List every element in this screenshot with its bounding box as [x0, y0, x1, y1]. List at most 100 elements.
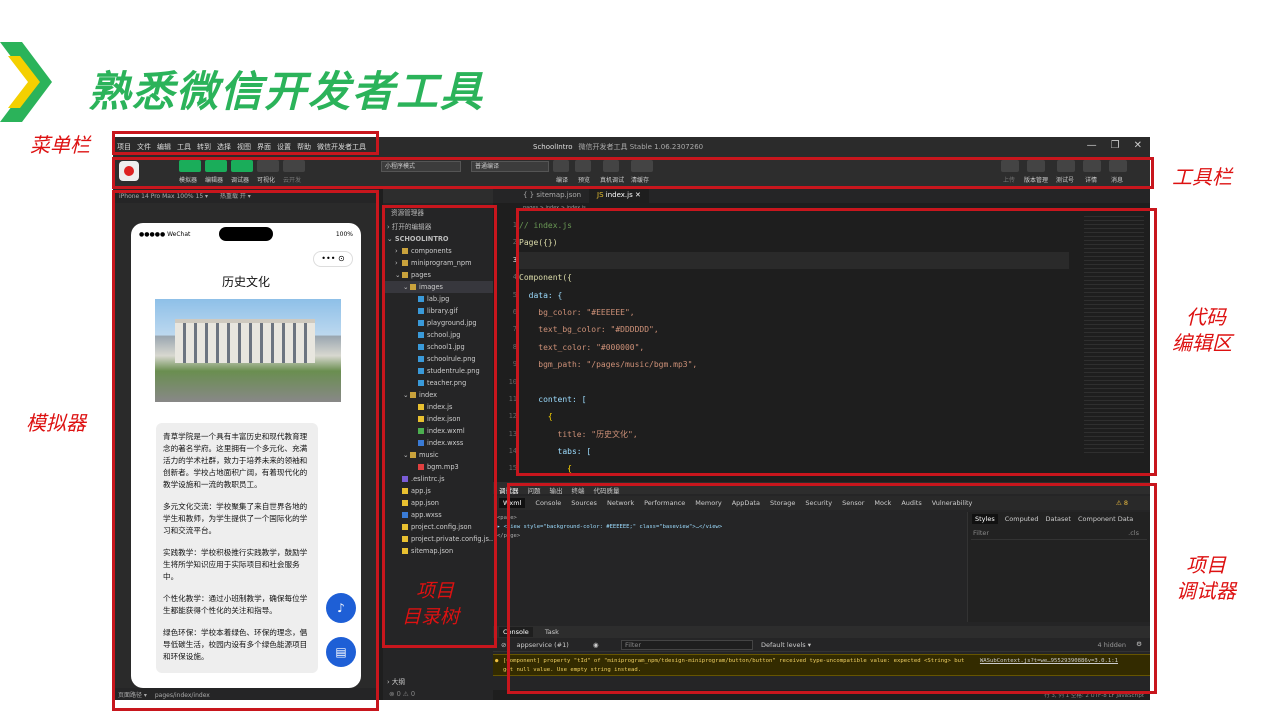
clear-console-icon[interactable]: ⊘	[501, 641, 506, 649]
context-select[interactable]: appservice (#1)	[517, 641, 569, 649]
devtools-panel-tab[interactable]: Network	[607, 499, 634, 507]
tree-item[interactable]: lab.jpg	[383, 293, 493, 305]
menu-panel-icon[interactable]: ▤	[326, 637, 356, 667]
tree-item[interactable]: › miniprogram_npm	[383, 257, 493, 269]
devtools-panel-tab[interactable]: Audits	[901, 499, 921, 507]
preview-button[interactable]	[575, 160, 591, 172]
devtools-panel-tab[interactable]: Sources	[571, 499, 597, 507]
debugger-tab[interactable]: 调试器	[499, 487, 519, 495]
menu-item[interactable]: 转到	[197, 142, 211, 152]
music-toggle-icon[interactable]: ♪	[326, 593, 356, 623]
details-button[interactable]	[1083, 160, 1101, 172]
tree-item[interactable]: app.wxss	[383, 509, 493, 521]
tree-item[interactable]: project.private.config.js...	[383, 533, 493, 545]
tree-item[interactable]: playground.jpg	[383, 317, 493, 329]
tree-item[interactable]: school1.jpg	[383, 341, 493, 353]
tree-item[interactable]: ⌄ pages	[383, 269, 493, 281]
menu-item[interactable]: 帮助	[297, 142, 311, 152]
capsule-menu-button[interactable]: ••• ⊙	[313, 251, 353, 267]
debugger-tab[interactable]: 问题	[528, 487, 541, 495]
menu-item[interactable]: 微信开发者工具	[317, 142, 366, 152]
tree-item[interactable]: school.jpg	[383, 329, 493, 341]
tab-task[interactable]: Task	[545, 628, 559, 636]
cloud-button[interactable]	[283, 160, 305, 172]
menu-item[interactable]: 编辑	[157, 142, 171, 152]
devtools-panel-tab[interactable]: Memory	[695, 499, 721, 507]
outline-section[interactable]: › 大纲	[387, 676, 405, 686]
menu-item[interactable]: 项目	[117, 142, 131, 152]
menu-item[interactable]: 视图	[237, 142, 251, 152]
project-root[interactable]: ⌄ SCHOOLINTRO	[383, 233, 493, 245]
debugger-tab[interactable]: 终端	[572, 487, 585, 495]
tree-item[interactable]: › components	[383, 245, 493, 257]
style-filter-input[interactable]: Filter .cls	[971, 529, 1147, 540]
devtools-panel-tab[interactable]: Vulnerability	[932, 499, 973, 507]
tree-item[interactable]: project.config.json	[383, 521, 493, 533]
log-levels-select[interactable]: Default levels ▾	[761, 641, 811, 649]
page-path-label[interactable]: 页面路径 ▾	[118, 692, 147, 699]
menu-item[interactable]: 文件	[137, 142, 151, 152]
hot-reload-select[interactable]: 热重载 开 ▾	[220, 193, 251, 200]
open-editors-section[interactable]: › 打开的编辑器	[383, 221, 493, 233]
tree-item[interactable]: app.json	[383, 497, 493, 509]
simulator-toggle-button[interactable]	[179, 160, 201, 172]
tree-item[interactable]: .eslintrc.js	[383, 473, 493, 485]
minimap[interactable]	[1084, 213, 1144, 453]
tree-item[interactable]: studentrule.png	[383, 365, 493, 377]
console-filter-input[interactable]: Filter	[621, 640, 753, 650]
restore-icon[interactable]: ❐	[1111, 140, 1120, 151]
compile-mode-select[interactable]: 普通编译	[471, 161, 549, 172]
menu-item[interactable]: 选择	[217, 142, 231, 152]
tree-item[interactable]: schoolrule.png	[383, 353, 493, 365]
debugger-tab[interactable]: 输出	[550, 487, 563, 495]
debugger-toggle-button[interactable]	[231, 160, 253, 172]
devtools-panel-tab[interactable]: AppData	[732, 499, 760, 507]
mode-select[interactable]: 小程序模式	[381, 161, 461, 172]
tree-item[interactable]: ⌄ index	[383, 389, 493, 401]
compile-button[interactable]	[553, 160, 569, 172]
warning-source-link[interactable]: WASubContext.js?t=we…95529390886v=3.0.1:…	[980, 657, 1118, 666]
visual-toggle-button[interactable]	[257, 160, 279, 172]
tree-item[interactable]: app.js	[383, 485, 493, 497]
menu-item[interactable]: 设置	[277, 142, 291, 152]
console-settings-icon[interactable]: ⚙	[1136, 640, 1142, 648]
devtools-panel-tab[interactable]: Security	[805, 499, 832, 507]
tree-item[interactable]: index.wxss	[383, 437, 493, 449]
devtools-panel-tab[interactable]: Storage	[770, 499, 795, 507]
tree-item[interactable]: index.json	[383, 413, 493, 425]
devtools-panel-tab[interactable]: Mock	[874, 499, 891, 507]
wxml-tree[interactable]: <page> ▸ <view style="background-color: …	[493, 512, 963, 622]
editor-toggle-button[interactable]	[205, 160, 227, 172]
tab-sitemap[interactable]: { } sitemap.json	[515, 187, 589, 203]
clear-cache-button[interactable]	[631, 160, 653, 172]
tree-item[interactable]: teacher.png	[383, 377, 493, 389]
upload-button[interactable]	[1001, 160, 1019, 172]
style-tab[interactable]: Computed	[1005, 515, 1039, 523]
user-avatar[interactable]	[119, 161, 139, 181]
devtools-panel-tab[interactable]: Console	[535, 499, 561, 507]
style-tab[interactable]: Dataset	[1046, 515, 1071, 523]
minimize-icon[interactable]: —	[1087, 140, 1097, 151]
devtools-panel-tab[interactable]: Sensor	[842, 499, 864, 507]
code-lines[interactable]: // index.js Page({}) Component({ data: { b…	[519, 217, 1079, 478]
menu-item[interactable]: 工具	[177, 142, 191, 152]
devtools-panel-tab[interactable]: Wxml	[499, 498, 526, 508]
device-select[interactable]: iPhone 14 Pro Max 100% 15 ▾	[119, 193, 208, 200]
tree-item[interactable]: index.wxml	[383, 425, 493, 437]
style-tab[interactable]: Styles	[972, 514, 998, 524]
menu-item[interactable]: 界面	[257, 142, 271, 152]
tab-console[interactable]: Console	[499, 627, 533, 637]
tree-item[interactable]: ⌄ music	[383, 449, 493, 461]
debugger-tab[interactable]: 代码质量	[594, 487, 620, 495]
test-account-button[interactable]	[1057, 160, 1075, 172]
eye-icon[interactable]: ◉	[593, 641, 599, 649]
close-icon[interactable]: ✕	[1134, 140, 1142, 151]
messages-button[interactable]	[1109, 160, 1127, 172]
tree-item[interactable]: sitemap.json	[383, 545, 493, 557]
tree-item[interactable]: library.gif	[383, 305, 493, 317]
style-tab[interactable]: Component Data	[1078, 515, 1133, 523]
version-button[interactable]	[1027, 160, 1045, 172]
tree-item[interactable]: bgm.mp3	[383, 461, 493, 473]
tree-item[interactable]: index.js	[383, 401, 493, 413]
tree-item[interactable]: ⌄ images	[383, 281, 493, 293]
